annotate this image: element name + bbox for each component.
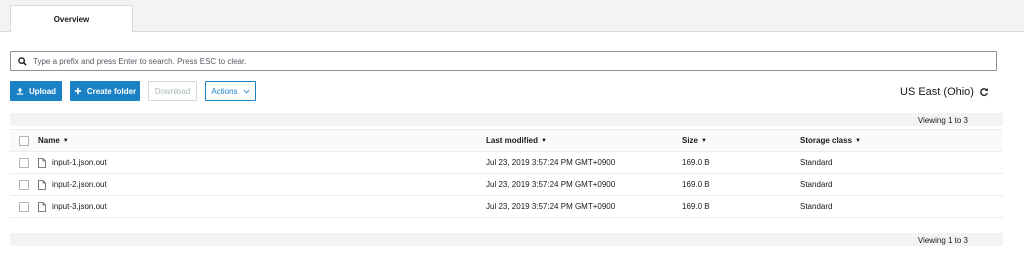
last-modified-cell: Jul 23, 2019 3:57:24 PM GMT+0900 [486, 180, 616, 189]
tab-overview[interactable]: Overview [10, 5, 133, 32]
viewing-bar-bottom: Viewing 1 to 3 [10, 233, 1003, 246]
search-bar[interactable] [10, 51, 997, 71]
refresh-icon[interactable] [979, 87, 989, 97]
tab-bar: Overview [0, 0, 1024, 32]
file-name-cell[interactable]: input-2.json.out [38, 174, 107, 195]
select-all-checkbox[interactable] [19, 130, 29, 151]
download-button[interactable]: Download [148, 81, 197, 101]
region-label: US East (Ohio) [900, 86, 974, 98]
upload-button[interactable]: Upload [10, 81, 62, 101]
size-cell: 169.0 B [682, 180, 710, 189]
create-folder-label: Create folder [86, 86, 137, 96]
sort-caret-icon: ▼ [541, 137, 547, 144]
viewing-count: Viewing 1 to 3 [917, 236, 968, 245]
search-icon [11, 56, 33, 66]
storage-class-cell: Standard [800, 180, 833, 189]
sort-caret-icon: ▼ [701, 137, 707, 144]
plus-icon [74, 87, 82, 95]
table-row[interactable]: input-1.json.out Jul 23, 2019 3:57:24 PM… [10, 152, 1003, 174]
row-checkbox[interactable] [19, 174, 29, 195]
upload-icon [16, 87, 24, 95]
column-header-last-modified[interactable]: Last modified ▼ [486, 130, 547, 151]
table-row[interactable]: input-3.json.out Jul 23, 2019 3:57:24 PM… [10, 196, 1003, 218]
object-table: Name ▼ Last modified ▼ Size ▼ Storage class… [10, 129, 1003, 218]
storage-class-cell: Standard [800, 202, 833, 211]
viewing-count: Viewing 1 to 3 [917, 116, 968, 125]
column-header-size[interactable]: Size ▼ [682, 130, 707, 151]
chevron-down-icon [243, 89, 250, 94]
search-input[interactable] [33, 56, 996, 66]
file-icon [38, 157, 46, 168]
upload-label: Upload [28, 86, 57, 96]
column-header-name[interactable]: Name ▼ [38, 130, 69, 151]
download-label: Download [154, 86, 191, 96]
table-header: Name ▼ Last modified ▼ Size ▼ Storage class… [10, 129, 1003, 152]
size-cell: 169.0 B [682, 202, 710, 211]
storage-class-cell: Standard [800, 158, 833, 167]
actions-dropdown[interactable]: Actions [205, 81, 256, 101]
row-checkbox[interactable] [19, 152, 29, 173]
last-modified-cell: Jul 23, 2019 3:57:24 PM GMT+0900 [486, 202, 616, 211]
actions-label: Actions [211, 86, 238, 96]
sort-caret-icon: ▼ [62, 137, 69, 144]
table-row[interactable]: input-2.json.out Jul 23, 2019 3:57:24 PM… [10, 174, 1003, 196]
size-cell: 169.0 B [682, 158, 710, 167]
column-header-storage-class[interactable]: Storage class ▼ [800, 130, 861, 151]
file-name-cell[interactable]: input-1.json.out [38, 152, 107, 173]
sort-caret-icon: ▼ [855, 137, 861, 144]
create-folder-button[interactable]: Create folder [70, 81, 140, 101]
file-name-cell[interactable]: input-3.json.out [38, 196, 107, 217]
file-icon [38, 201, 46, 212]
file-icon [38, 179, 46, 190]
row-checkbox[interactable] [19, 196, 29, 217]
last-modified-cell: Jul 23, 2019 3:57:24 PM GMT+0900 [486, 158, 616, 167]
viewing-bar-top: Viewing 1 to 3 [10, 113, 1003, 126]
